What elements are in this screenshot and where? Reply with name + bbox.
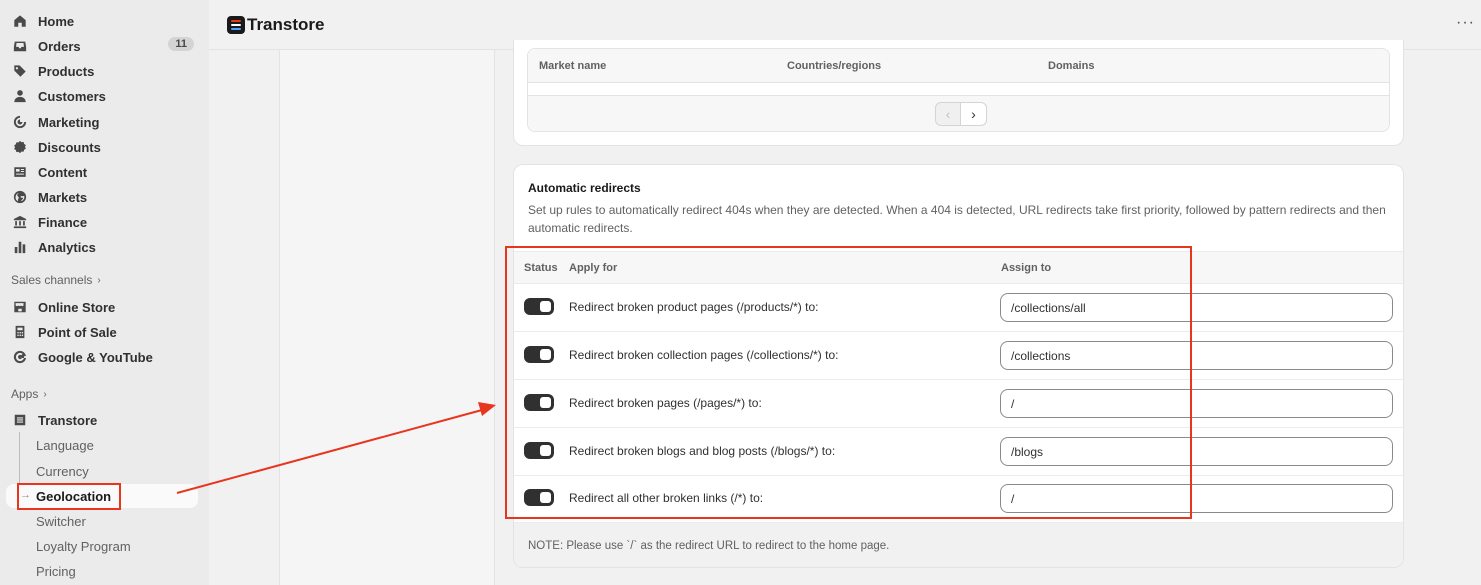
column-market-name: Market name [539, 60, 607, 72]
sales-channels-header[interactable]: Sales channels › [11, 273, 101, 287]
sidebar-subitem-pricing[interactable]: Pricing [30, 559, 198, 583]
sidebar-item-label: Orders [38, 38, 81, 54]
column-domains: Domains [1048, 60, 1095, 72]
pagination: ‹ › [935, 102, 987, 126]
pagination-bar: ‹ › [528, 95, 1389, 131]
annotation-highlight-redirect-rules [505, 246, 1192, 519]
sidebar-item-marketing[interactable]: Marketing [6, 110, 198, 134]
sidebar-item-analytics[interactable]: Analytics [6, 235, 198, 259]
store-icon [12, 299, 28, 315]
sidebar-item-products[interactable]: Products [6, 59, 198, 83]
sidebar-item-google-youtube[interactable]: Google & YouTube [6, 345, 198, 369]
tag-icon [12, 63, 28, 79]
home-icon [12, 13, 28, 29]
sidebar-item-discounts[interactable]: Discounts [6, 135, 198, 159]
sidebar-item-home[interactable]: Home [6, 9, 198, 33]
chevron-right-icon: › [97, 274, 101, 286]
sidebar-item-transtore[interactable]: Transtore [6, 408, 198, 432]
sidebar-item-label: Discounts [38, 139, 101, 155]
more-actions-button[interactable]: ··· [1456, 14, 1475, 32]
sidebar-item-label: Markets [38, 189, 88, 205]
sidebar-subitem-loyalty-program[interactable]: Loyalty Program [30, 534, 198, 558]
sidebar-item-label: Finance [38, 214, 88, 230]
orders-count-badge: 11 [168, 37, 194, 51]
bank-icon [12, 214, 28, 230]
markets-table: Market name Countries/regions Domains ‹ … [527, 48, 1390, 132]
sidebar-item-point-of-sale[interactable]: Point of Sale [6, 320, 198, 344]
sidebar-item-finance[interactable]: Finance [6, 210, 198, 234]
google-icon [12, 349, 28, 365]
apps-header[interactable]: Apps › [11, 387, 47, 401]
sidebar-item-label: Home [38, 13, 75, 29]
sidebar-item-label: Point of Sale [38, 324, 117, 340]
sidebar-item-content[interactable]: Content [6, 160, 198, 184]
column-countries-regions: Countries/regions [787, 60, 882, 72]
sidebar-item-label: Products [38, 63, 95, 79]
sidebar-item-label: Google & YouTube [38, 349, 153, 365]
card-title: Automatic redirects [528, 181, 641, 195]
sidebar-item-online-store[interactable]: Online Store [6, 295, 198, 319]
app-title: Transtore [247, 15, 325, 34]
sidebar-item-customers[interactable]: Customers [6, 84, 198, 108]
inbox-icon [12, 38, 28, 54]
annotation-highlight-geolocation [17, 483, 121, 510]
previous-page-button[interactable]: ‹ [935, 102, 961, 126]
content-icon [12, 164, 28, 180]
sidebar-item-label: Marketing [38, 114, 100, 130]
bar-chart-icon [12, 239, 28, 255]
sidebar-item-label: Analytics [38, 239, 96, 255]
globe-icon [12, 189, 28, 205]
sidebar-subitem-currency[interactable]: Currency [30, 459, 198, 483]
target-icon [12, 114, 28, 130]
sales-channels-label: Sales channels [11, 273, 93, 287]
sidebar-subitem-switcher[interactable]: Switcher [30, 509, 198, 533]
chevron-right-icon: › [43, 388, 47, 400]
sidebar-item-markets[interactable]: Markets [6, 185, 198, 209]
discount-icon [12, 139, 28, 155]
card-description: Set up rules to automatically redirect 4… [528, 203, 1386, 235]
pos-icon [12, 324, 28, 340]
sidebar-subitem-language[interactable]: Language [30, 433, 198, 457]
markets-table-header: Market name Countries/regions Domains [528, 49, 1389, 83]
note-banner: NOTE: Please use `/` as the redirect URL… [514, 522, 1403, 567]
apps-label: Apps [11, 387, 39, 401]
next-page-button[interactable]: › [961, 102, 987, 126]
sidebar-item-label: Transtore [38, 412, 98, 428]
note-text: NOTE: Please use `/` as the redirect URL… [528, 540, 890, 552]
person-icon [12, 88, 28, 104]
sidebar-item-label: Content [38, 164, 88, 180]
sidebar-item-label: Online Store [38, 299, 116, 315]
sidebar-item-label: Customers [38, 88, 106, 104]
sidebar-item-orders[interactable]: Orders 11 [6, 34, 198, 58]
transtore-icon [12, 412, 28, 428]
transtore-logo-icon [227, 16, 245, 34]
